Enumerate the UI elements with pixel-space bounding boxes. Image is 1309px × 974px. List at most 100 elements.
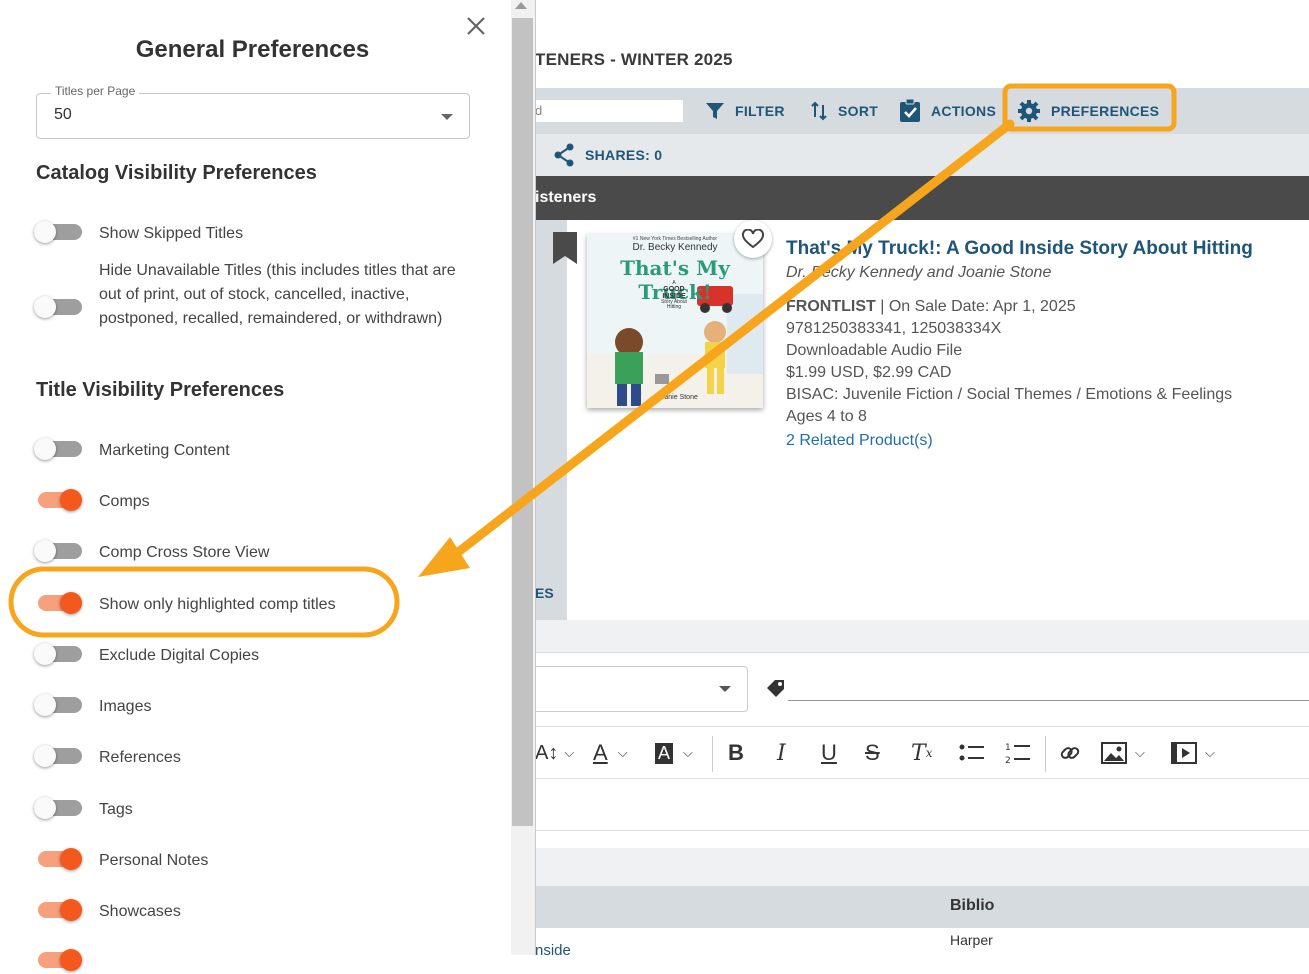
catalog-toolbar: d FILTER SORT ACTIONS PREFERENCES (535, 88, 1309, 134)
toggle-switch[interactable] (34, 486, 84, 514)
numbered-list-icon[interactable]: 12 (1005, 730, 1031, 776)
divider (535, 652, 1309, 653)
toggle-switch[interactable] (34, 794, 84, 822)
pref-label: Images (99, 698, 152, 715)
book-format: Downloadable Audio File (786, 342, 963, 359)
editor-header (535, 620, 1309, 652)
catalog-title: TENERS - WINTER 2025 (535, 50, 733, 69)
book-status: FRONTLIST (786, 298, 876, 315)
bullet-list-icon[interactable] (959, 730, 985, 776)
link-icon[interactable] (1059, 730, 1081, 776)
book-title-link[interactable]: That's My Truck!: A Good Inside Story Ab… (786, 238, 1253, 260)
search-partial-text: d (535, 103, 543, 118)
pref-label: Hide Unavailable Titles (this includes t… (99, 262, 456, 327)
table-header (535, 886, 1309, 928)
table-caption-bar (535, 848, 1309, 886)
share-bar: SHARES: 0 (535, 134, 1309, 176)
pref-label: Showcases (99, 903, 181, 920)
underline-icon[interactable]: U (821, 730, 837, 776)
font-color-icon: A (593, 740, 608, 765)
pref-label: Show only highlighted comp titles (99, 596, 336, 613)
scrollbar-thumb[interactable] (512, 18, 533, 826)
toggle-switch[interactable] (34, 640, 84, 668)
actions-label: ACTIONS (931, 103, 997, 119)
pref-label: Comp Cross Store View (99, 544, 270, 561)
toggle-switch[interactable] (34, 742, 84, 770)
titles-per-page-select[interactable]: Titles per Page 50 (36, 84, 470, 139)
svg-text:1: 1 (1005, 743, 1011, 753)
search-input[interactable]: d (535, 100, 683, 122)
divider (535, 830, 1309, 831)
tag-icon (767, 680, 784, 697)
editor-toolbar: A↕ ⌵ A ⌵ A ⌵ B I U S Tx 12 ⌵ ⌵ (535, 730, 1309, 776)
note-type-select[interactable] (535, 666, 748, 712)
favorite-button[interactable] (734, 220, 772, 258)
bookmark-icon[interactable] (553, 232, 577, 264)
toggle-switch[interactable] (34, 537, 84, 565)
filter-button[interactable]: FILTER (705, 88, 785, 134)
tag-input[interactable] (788, 700, 1309, 701)
panel-title: General Preferences (135, 36, 370, 63)
svg-text:2: 2 (1005, 756, 1011, 765)
video-button[interactable]: ⌵ (1171, 730, 1215, 776)
pref-label: Comps (99, 493, 150, 510)
book-ages: Ages 4 to 8 (786, 408, 867, 425)
sort-label: SORT (838, 103, 879, 119)
preferences-panel: General Preferences Titles per Page 50 C… (0, 0, 511, 971)
sort-icon (811, 101, 827, 121)
shares-label: SHARES: 0 (585, 147, 663, 163)
divider (535, 778, 1309, 779)
video-icon (1171, 742, 1197, 764)
toggle-switch[interactable] (34, 845, 84, 873)
toggle-switch[interactable] (34, 896, 84, 924)
toggle-switch[interactable] (34, 435, 84, 463)
section-bar: isteners (535, 176, 1309, 220)
toggle-switch[interactable] (34, 293, 84, 321)
preferences-button[interactable]: PREFERENCES (1017, 88, 1159, 134)
image-icon (1101, 742, 1127, 764)
divider (1045, 736, 1046, 772)
column-header-biblio: Biblio (950, 897, 995, 914)
chevron-down-icon (719, 686, 731, 692)
italic-icon[interactable]: I (777, 730, 786, 776)
bold-icon[interactable]: B (728, 730, 744, 776)
titles-per-page-value: 50 (54, 106, 72, 123)
side-tab-text[interactable]: ES (535, 585, 554, 601)
pref-label: Marketing Content (99, 442, 230, 459)
preferences-label: PREFERENCES (1051, 103, 1160, 119)
pref-label: Tags (99, 801, 133, 818)
actions-icon (900, 99, 920, 122)
table-cell: Harper (950, 932, 993, 948)
toggle-switch[interactable] (34, 589, 84, 617)
heart-icon (742, 229, 764, 249)
scroll-up-arrow-icon[interactable] (515, 2, 527, 9)
title-side-strip (535, 220, 567, 620)
book-authors: Dr. Becky Kennedy and Joanie Stone (786, 264, 1052, 281)
filter-label: FILTER (735, 103, 785, 119)
book-price: $1.99 USD, $2.99 CAD (786, 364, 952, 381)
divider (712, 736, 713, 772)
table-cell-link[interactable]: nside (535, 942, 571, 955)
font-color-button[interactable]: A ⌵ (593, 730, 628, 776)
filter-icon (706, 103, 724, 119)
image-button[interactable]: ⌵ (1101, 730, 1145, 776)
toggle-switch[interactable] (34, 946, 84, 974)
cover-series-e: Hitting (666, 304, 682, 310)
pref-label: Personal Notes (99, 852, 209, 869)
toggle-switch[interactable] (34, 218, 84, 246)
strikethrough-icon[interactable]: S (865, 730, 880, 776)
related-products-link[interactable]: 2 Related Product(s) (786, 432, 933, 450)
share-icon (554, 143, 574, 167)
actions-button[interactable]: ACTIONS (899, 88, 996, 134)
sort-button[interactable]: SORT (810, 88, 878, 134)
font-size-button[interactable]: A↕ ⌵ (535, 730, 574, 776)
catalog-visibility-heading: Catalog Visibility Preferences (36, 162, 317, 184)
toggle-switch[interactable] (34, 691, 84, 719)
highlight-button[interactable]: A ⌵ (655, 730, 693, 776)
shares-button[interactable]: SHARES: 0 (553, 134, 662, 176)
cover-series-b: GOOD (663, 286, 685, 293)
titles-per-page-label: Titles per Page (51, 84, 140, 98)
book-cover[interactable]: #1 New York Times Bestselling Author Dr.… (587, 234, 763, 408)
book-status-line: FRONTLIST | On Sale Date: Apr 1, 2025 (786, 298, 1076, 316)
clear-format-icon[interactable]: Tx (911, 730, 932, 776)
